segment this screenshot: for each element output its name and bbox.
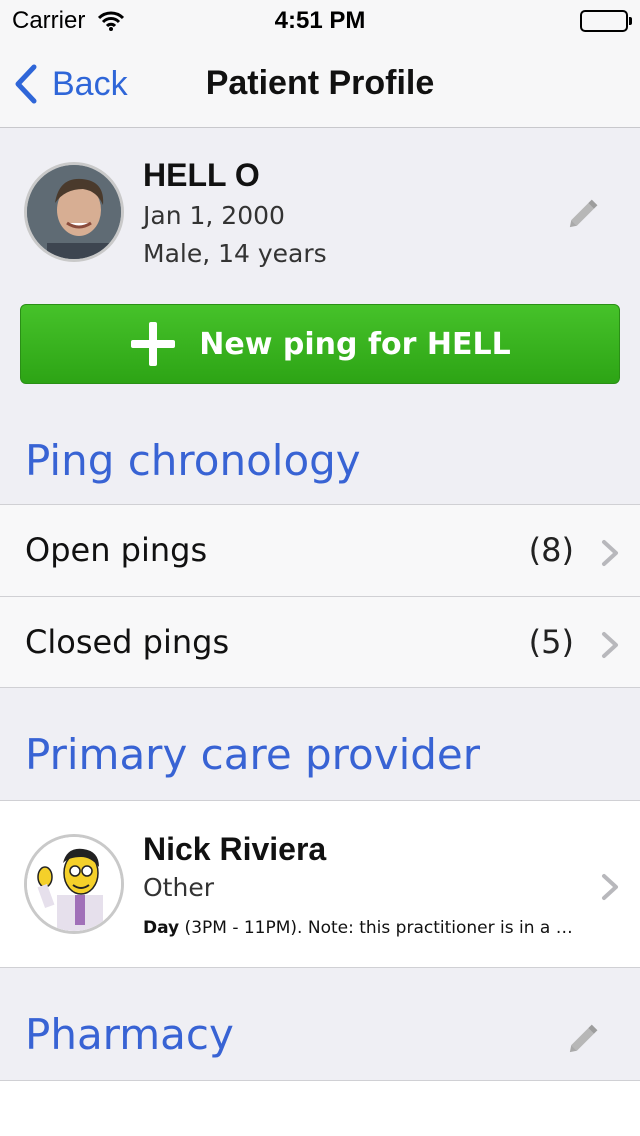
chevron-right-icon xyxy=(602,874,618,900)
chevron-right-icon xyxy=(602,540,618,566)
open-pings-label: Open pings xyxy=(25,531,208,569)
patient-name: HELL O xyxy=(143,157,260,193)
status-bar: Carrier 4:51 PM xyxy=(0,0,640,40)
new-ping-label: New ping for HELL xyxy=(199,326,511,362)
provider-row[interactable]: Nick Riviera Other Day (3PM - 11PM). Not… xyxy=(0,800,640,968)
open-pings-count: (8) xyxy=(528,531,574,569)
clock: 4:51 PM xyxy=(274,7,366,34)
pharmacy-row[interactable] xyxy=(0,1080,640,1136)
patient-avatar xyxy=(24,162,124,262)
page-title: Patient Profile xyxy=(205,64,435,102)
provider-note-shift: Day xyxy=(143,918,180,938)
provider-type: Other xyxy=(143,873,214,902)
provider-avatar xyxy=(24,834,124,934)
plus-icon xyxy=(131,322,176,366)
provider-note: Day (3PM - 11PM). Note: this practitione… xyxy=(143,918,583,938)
edit-pencil-icon[interactable] xyxy=(564,193,604,233)
navigation-bar: Back Patient Profile xyxy=(0,40,640,128)
section-title-primary-care: Primary care provider xyxy=(25,730,481,779)
patient-gender-age: Male, 14 years xyxy=(143,239,327,268)
edit-pharmacy-pencil-icon[interactable] xyxy=(564,1018,604,1058)
section-title-ping-chronology: Ping chronology xyxy=(25,436,361,485)
open-pings-row[interactable]: Open pings (8) xyxy=(0,504,640,596)
closed-pings-count: (5) xyxy=(528,623,574,661)
provider-note-text: (3PM - 11PM). Note: this practitioner is… xyxy=(179,918,583,938)
closed-pings-row[interactable]: Closed pings (5) xyxy=(0,596,640,688)
patient-dob: Jan 1, 2000 xyxy=(143,201,285,230)
provider-name: Nick Riviera xyxy=(143,831,327,867)
patient-header: HELL O Jan 1, 2000 Male, 14 years xyxy=(0,129,640,299)
chevron-right-icon xyxy=(602,632,618,658)
section-title-pharmacy: Pharmacy xyxy=(25,1010,234,1059)
closed-pings-label: Closed pings xyxy=(25,623,230,661)
battery-icon xyxy=(580,10,632,32)
new-ping-button[interactable]: New ping for HELL xyxy=(20,304,620,384)
